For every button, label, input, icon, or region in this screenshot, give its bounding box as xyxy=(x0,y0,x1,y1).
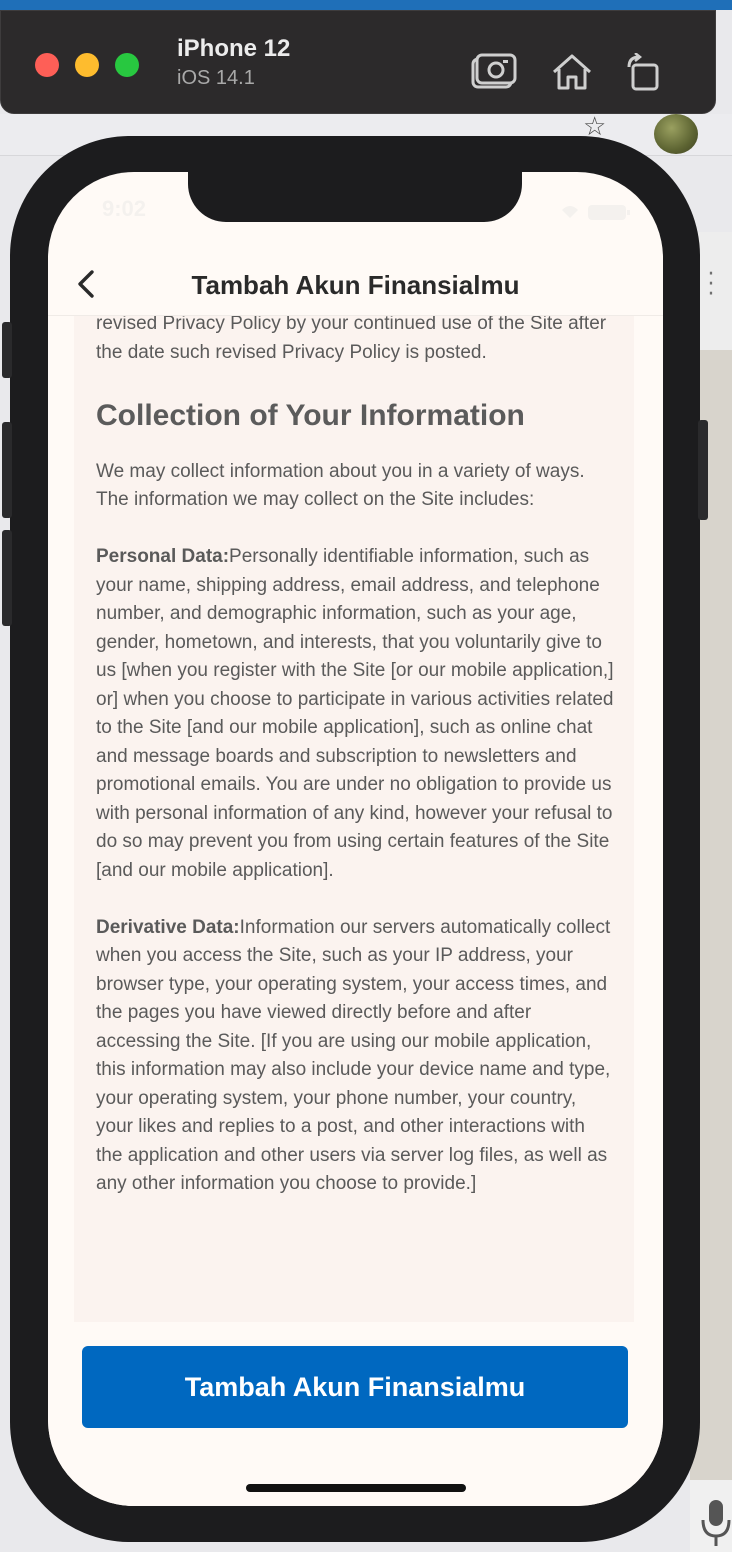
bottom-action-panel: Tambah Akun Finansialmu xyxy=(48,1322,663,1506)
os-version: iOS 14.1 xyxy=(177,67,255,89)
derivative-data-paragraph: Derivative Data:Information our servers … xyxy=(96,914,616,1199)
window-maximize-button[interactable] xyxy=(115,53,139,77)
rotate-icon[interactable] xyxy=(625,53,663,93)
status-icons xyxy=(562,205,630,220)
navigation-bar: Tambah Akun Finansialmu xyxy=(48,256,663,316)
add-financial-account-button[interactable]: Tambah Akun Finansialmu xyxy=(82,1346,628,1428)
wifi-icon xyxy=(562,206,578,218)
privacy-policy-text: revised Privacy Policy by your continued… xyxy=(96,316,616,1227)
privacy-policy-scroll-area[interactable]: revised Privacy Policy by your continued… xyxy=(74,316,634,1322)
app-screen: 9:02 Tambah Akun Finansialmu revised Pri… xyxy=(48,172,663,1506)
device-name: iPhone 12 xyxy=(177,35,291,62)
window-minimize-button[interactable] xyxy=(75,53,99,77)
battery-icon xyxy=(588,205,626,220)
microphone-icon[interactable] xyxy=(700,1498,732,1548)
power-button xyxy=(698,420,708,520)
section-intro-paragraph: We may collect information about you in … xyxy=(96,460,585,511)
kebab-menu-icon[interactable]: · · · xyxy=(706,264,716,306)
device-notch xyxy=(188,172,522,222)
window-close-button[interactable] xyxy=(35,53,59,77)
personal-data-text: Personally identifiable information, suc… xyxy=(96,546,614,881)
chevron-left-icon[interactable] xyxy=(66,264,106,304)
personal-data-label: Personal Data: xyxy=(96,546,230,567)
volume-down-button xyxy=(2,530,12,626)
derivative-data-text: Information our servers automatically co… xyxy=(96,916,611,1195)
desktop-top-strip xyxy=(0,0,732,10)
section-heading: Collection of Your Information xyxy=(96,398,525,432)
intro-paragraph: revised Privacy Policy by your continued… xyxy=(96,316,607,363)
simulator-titlebar: iPhone 12 iOS 14.1 xyxy=(0,10,716,114)
personal-data-paragraph: Personal Data:Personally identifiable in… xyxy=(96,543,616,885)
volume-up-button xyxy=(2,422,12,518)
profile-avatar[interactable] xyxy=(654,114,698,154)
derivative-data-label: Derivative Data: xyxy=(96,916,240,938)
home-icon[interactable] xyxy=(551,53,593,91)
home-indicator[interactable] xyxy=(246,1484,466,1492)
mute-switch xyxy=(2,322,12,378)
status-time: 9:02 xyxy=(102,196,147,221)
camera-icon[interactable] xyxy=(471,53,517,91)
page-title: Tambah Akun Finansialmu xyxy=(191,270,520,300)
